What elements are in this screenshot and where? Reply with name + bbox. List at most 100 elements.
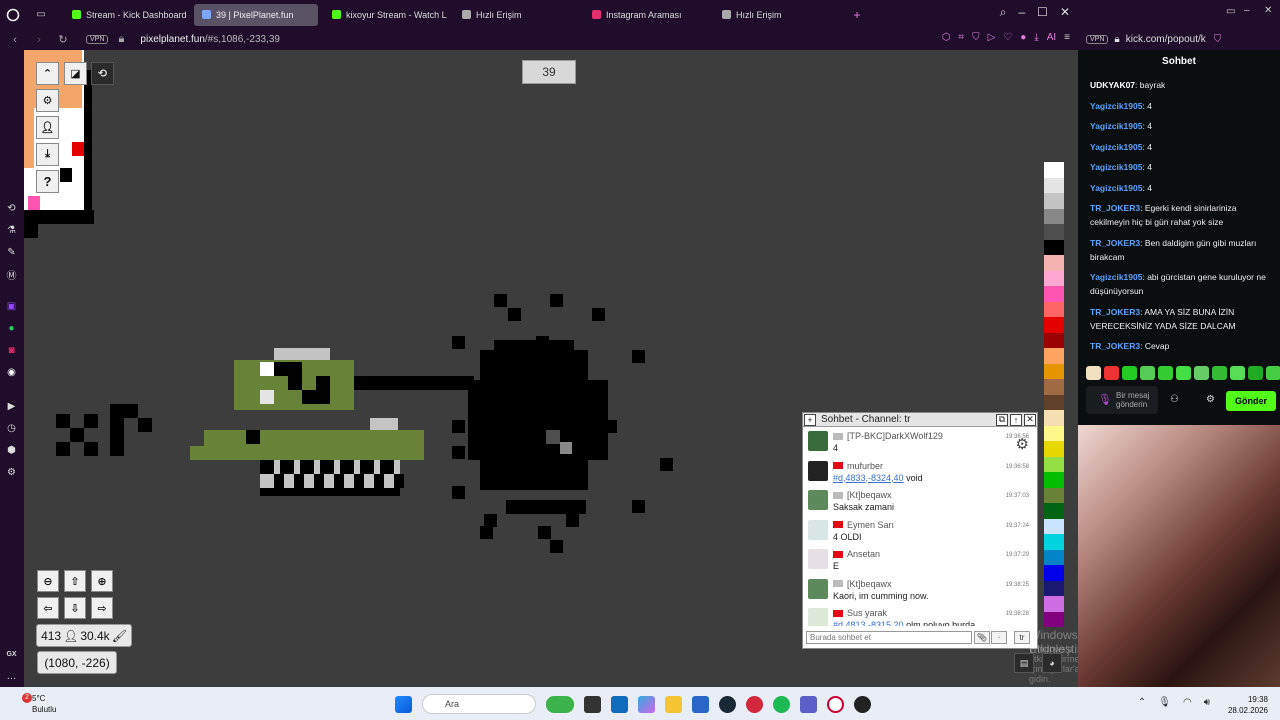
tray-volume-icon[interactable]: 🔊︎ <box>1204 697 1210 708</box>
more-icon[interactable]: … <box>5 670 18 683</box>
kick-username[interactable]: Yagizcik1905 <box>1090 101 1142 111</box>
chat-toggle-icon[interactable]: ▤ <box>1014 653 1034 673</box>
stream-video-thumbnail[interactable] <box>1078 425 1280 687</box>
palette-swatch[interactable] <box>1044 317 1064 333</box>
emote-icon[interactable] <box>1176 366 1191 380</box>
sync-icon[interactable]: ⟲ <box>91 62 114 85</box>
palette-swatch[interactable] <box>1044 255 1064 271</box>
palette-swatch[interactable] <box>1044 348 1064 364</box>
kick-send-button[interactable]: Gönder <box>1226 391 1276 411</box>
move-right-icon[interactable]: ⇨ <box>91 597 113 619</box>
palette-swatch[interactable] <box>1044 379 1064 395</box>
chat-avatar[interactable] <box>808 578 828 599</box>
zoom-in-icon[interactable]: ⊕ <box>91 570 113 592</box>
kick-menu-icon[interactable]: ▭ <box>1226 6 1235 17</box>
palette-swatch[interactable] <box>1044 394 1064 410</box>
spotify-icon[interactable] <box>773 695 790 713</box>
kick-username[interactable]: UDKYAK07 <box>1090 80 1135 90</box>
chat-emoji-button[interactable]: · <box>991 631 1007 644</box>
palette-toggle-icon[interactable]: ◕ <box>1042 653 1062 673</box>
maximize-icon[interactable]: ☐ <box>1037 5 1048 20</box>
palette-swatch[interactable] <box>1044 580 1064 596</box>
pixel-canvas[interactable]: ⌃ ◪ ⟲ ⚙ 👤︎ ⤓ ? 39 ⊖ ⇧ ⊕ ⇦ ⇩ ⇨ 413 👤︎ 30.… <box>24 50 1078 687</box>
palette-swatch[interactable] <box>1044 518 1064 534</box>
settings-button[interactable]: ⚙ <box>36 89 59 112</box>
palette-swatch[interactable] <box>1044 286 1064 302</box>
whatsapp-icon[interactable]: ● <box>5 322 18 335</box>
player-icon[interactable]: ▶ <box>5 400 18 413</box>
emote-icon[interactable] <box>1194 366 1209 380</box>
kick-settings-icon[interactable]: ⚙ <box>1206 394 1215 405</box>
palette-swatch[interactable] <box>1044 611 1064 627</box>
play-icon[interactable]: ▷ <box>988 32 996 43</box>
tray-wifi-icon[interactable]: ◠ <box>1183 697 1192 708</box>
chat-close-icon[interactable]: ✕ <box>1024 413 1036 426</box>
instagram-icon[interactable]: ◙ <box>5 344 18 357</box>
palette-swatch[interactable] <box>1044 332 1064 348</box>
cube-icon[interactable]: ⬢ <box>5 444 18 457</box>
browser-tab[interactable]: Instagram Araması <box>584 4 708 26</box>
reload-icon[interactable]: ↻ <box>54 33 72 46</box>
collapse-button[interactable]: ⌃ <box>36 62 59 85</box>
browser-tab[interactable]: Stream - Kick Dashboard <box>64 4 188 26</box>
kick-username[interactable]: Yagizcik1905 <box>1090 183 1142 193</box>
chat-maximize-icon[interactable]: ↑ <box>1010 413 1022 426</box>
emote-icon[interactable] <box>1212 366 1227 380</box>
coord-link[interactable]: #d,4813,-8315,20 <box>833 620 904 626</box>
snapshot-icon[interactable]: ⌗ <box>958 32 964 43</box>
palette-swatch[interactable] <box>1044 456 1064 472</box>
taskbar-search[interactable]: Ara <box>422 694 536 714</box>
chat-settings-icon[interactable]: ⚙ <box>1016 435 1029 453</box>
chat-avatar[interactable] <box>808 549 828 569</box>
palette-swatch[interactable] <box>1044 441 1064 457</box>
settings-icon[interactable]: ⚙ <box>5 466 18 479</box>
browser-tab[interactable]: 39 | PixelPlanet.fun <box>194 3 318 26</box>
palette-swatch[interactable] <box>1044 503 1064 519</box>
palette-swatch[interactable] <box>1044 301 1064 317</box>
kick-emote-picker-icon[interactable]: ⚇ <box>1170 394 1179 405</box>
obs-icon[interactable] <box>854 695 871 713</box>
store-icon[interactable] <box>692 695 709 713</box>
palette-swatch[interactable] <box>1044 270 1064 286</box>
clock-icon[interactable]: ◷ <box>5 422 18 435</box>
outlook-icon[interactable] <box>611 695 628 713</box>
kick-vpn-badge[interactable]: VPN <box>1086 35 1109 44</box>
flask-icon[interactable]: ⚗ <box>5 224 18 237</box>
shield-icon[interactable]: ⛉ <box>972 32 980 43</box>
browser-tab[interactable]: kixoyur Stream - Watch L <box>324 4 448 26</box>
extension-icon[interactable]: ⬡ <box>942 32 951 43</box>
taskbar-clock[interactable]: 19:38 28.02.2026 <box>1228 694 1268 716</box>
palette-swatch[interactable] <box>1044 596 1064 612</box>
kick-url[interactable]: kick.com/popout/k <box>1126 34 1206 45</box>
emote-icon[interactable] <box>1122 366 1137 380</box>
palette-swatch[interactable] <box>1044 363 1064 379</box>
kick-username[interactable]: Yagizcik1905 <box>1090 121 1142 131</box>
palette-swatch[interactable] <box>1044 208 1064 224</box>
forward-icon[interactable]: › <box>30 34 48 46</box>
tab-sidebar-icon[interactable]: ▭ <box>30 4 52 26</box>
search-tabs-icon[interactable]: ⌕ <box>1000 5 1007 20</box>
palette-swatch[interactable] <box>1044 162 1064 178</box>
chat-add-icon[interactable]: + <box>804 413 816 426</box>
chat-avatar[interactable] <box>808 490 828 510</box>
palette-swatch[interactable] <box>1044 177 1064 193</box>
vpn-badge[interactable]: VPN <box>86 35 109 44</box>
palette-swatch[interactable] <box>1044 224 1064 240</box>
palette-swatch[interactable] <box>1044 487 1064 503</box>
template-button[interactable]: ◪ <box>64 62 87 85</box>
media-icon[interactable] <box>746 695 763 713</box>
history-icon[interactable]: ⟲ <box>5 202 18 215</box>
browser-tab[interactable]: Hızlı Erişim <box>454 4 578 26</box>
emote-icon[interactable] <box>1158 366 1173 380</box>
teams-icon[interactable] <box>800 695 817 713</box>
download-button[interactable]: ⤓ <box>36 143 59 166</box>
ai-button[interactable]: AI <box>1047 32 1056 43</box>
chat-avatar[interactable] <box>808 608 828 626</box>
kick-username[interactable]: Yagizcik1905 <box>1090 142 1142 152</box>
m-icon[interactable]: Ⓜ <box>5 268 18 282</box>
palette-swatch[interactable] <box>1044 193 1064 209</box>
user-button[interactable]: 👤︎ <box>36 116 59 139</box>
chat-avatar[interactable] <box>808 460 828 481</box>
browser-tab[interactable]: Hızlı Erişim <box>714 4 838 26</box>
kick-username[interactable]: Yagizcik1905 <box>1090 162 1142 172</box>
